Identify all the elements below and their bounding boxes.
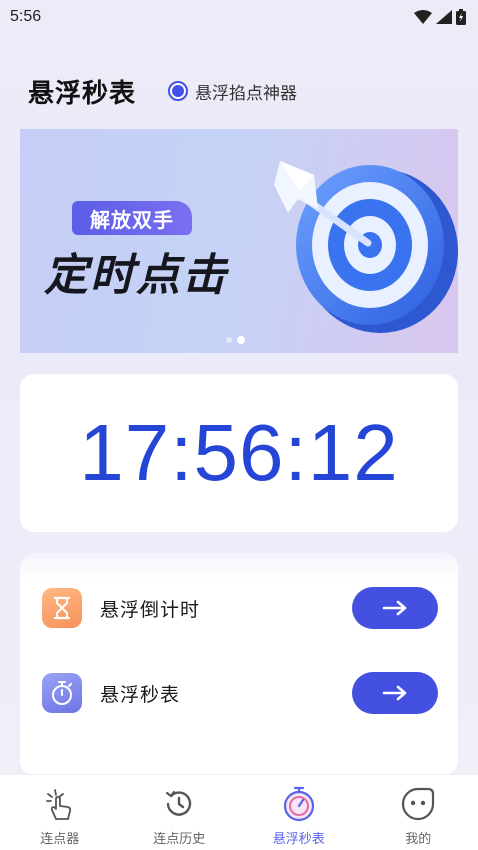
arrow-right-icon xyxy=(382,685,407,701)
banner-headline: 定时点击 xyxy=(44,250,228,301)
banner-pagination xyxy=(226,336,245,344)
battery-icon xyxy=(456,9,466,25)
current-time-display: 17:56:12 xyxy=(79,408,399,497)
dart-target-icon xyxy=(274,161,458,333)
tool-label: 悬浮倒计时 xyxy=(100,598,201,621)
hourglass-icon xyxy=(42,588,82,628)
stopwatch-icon xyxy=(42,673,82,713)
status-icons xyxy=(414,9,466,25)
status-bar: 5:56 xyxy=(0,0,478,34)
tab-label: 连点器 xyxy=(40,832,80,847)
header: 悬浮秒表 悬浮掐点神器 xyxy=(28,70,297,112)
open-stopwatch-button[interactable] xyxy=(352,672,438,714)
tab-stopwatch[interactable]: 悬浮秒表 xyxy=(239,775,359,850)
tool-row-countdown[interactable]: 悬浮倒计时 xyxy=(42,586,438,630)
radio-selected-icon[interactable] xyxy=(168,81,189,101)
pagination-dot xyxy=(226,337,232,343)
bottom-tab-bar: 连点器 连点历史 悬浮秒表 我的 xyxy=(0,774,478,850)
tool-label: 悬浮秒表 xyxy=(100,683,181,706)
signal-icon xyxy=(436,10,452,24)
face-icon xyxy=(399,785,437,823)
tab-label: 连点历史 xyxy=(153,832,206,847)
floating-mode-label: 悬浮掐点神器 xyxy=(195,83,298,104)
tab-label: 悬浮秒表 xyxy=(272,832,325,847)
promo-banner[interactable]: 解放双手 定时点击 xyxy=(20,129,458,353)
history-icon xyxy=(160,785,198,823)
arrow-right-icon xyxy=(382,600,407,616)
status-time: 5:56 xyxy=(10,8,42,25)
stopwatch-icon xyxy=(280,785,318,823)
tab-clicker[interactable]: 连点器 xyxy=(0,775,120,850)
tab-history[interactable]: 连点历史 xyxy=(120,775,240,850)
pagination-dot-active xyxy=(237,336,245,344)
floating-mode-radio[interactable]: 悬浮掐点神器 xyxy=(168,79,297,104)
banner-tag: 解放双手 xyxy=(72,201,192,235)
page-title: 悬浮秒表 xyxy=(28,78,137,109)
tap-finger-icon xyxy=(41,785,79,823)
tools-card: 悬浮倒计时 悬浮秒表 xyxy=(20,553,458,775)
wifi-icon xyxy=(414,10,432,24)
tab-label: 我的 xyxy=(405,832,432,847)
tab-profile[interactable]: 我的 xyxy=(359,775,478,850)
clock-card: 17:56:12 xyxy=(20,374,458,532)
tool-row-stopwatch[interactable]: 悬浮秒表 xyxy=(42,671,438,715)
open-countdown-button[interactable] xyxy=(352,587,438,629)
